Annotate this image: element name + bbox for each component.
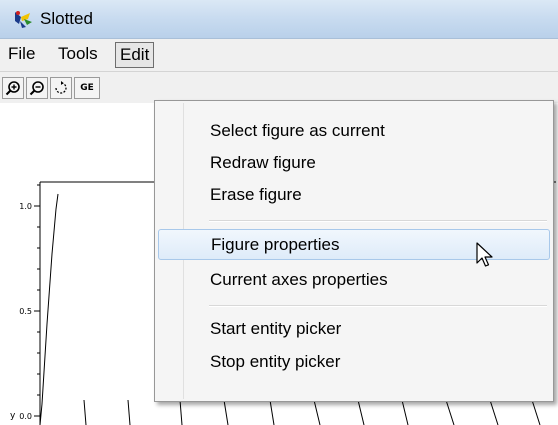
app-icon: [15, 11, 32, 28]
mouse-cursor-icon: [476, 242, 493, 267]
menu-item-erase-figure[interactable]: Erase figure: [158, 179, 550, 210]
zoom-in-icon: [5, 81, 20, 96]
menu-edit[interactable]: Edit: [115, 42, 155, 68]
menu-item-start-entity-picker[interactable]: Start entity picker: [158, 313, 550, 344]
menu-tools[interactable]: Tools: [54, 42, 102, 66]
menu-bar: File Tools Edit GE: [0, 39, 558, 103]
zoom-in-button[interactable]: [2, 77, 24, 99]
window-title: Slotted: [40, 9, 93, 28]
menu-separator: [209, 220, 547, 222]
y-axis-label: y: [10, 411, 16, 421]
zoom-out-icon: [29, 81, 44, 96]
plot-curve: [39, 193, 59, 425]
y-tick-label: 1.0: [19, 202, 32, 211]
rotate-button[interactable]: [50, 77, 72, 99]
y-tick-label: 0.5: [19, 307, 32, 316]
menu-item-stop-entity-picker[interactable]: Stop entity picker: [158, 346, 550, 377]
menu-item-redraw-figure[interactable]: Redraw figure: [158, 147, 550, 178]
bottom-segments: [83, 399, 541, 425]
menu-file[interactable]: File: [4, 42, 39, 66]
menu-separator: [209, 305, 547, 307]
title-bar: Slotted: [0, 0, 558, 39]
rotate-icon: [55, 81, 67, 94]
menu-item-select-figure-as-current[interactable]: Select figure as current: [158, 115, 550, 146]
zoom-out-button[interactable]: [26, 77, 48, 99]
y-tick-label: 0.0: [19, 412, 32, 421]
ge-button[interactable]: GE: [74, 77, 100, 99]
